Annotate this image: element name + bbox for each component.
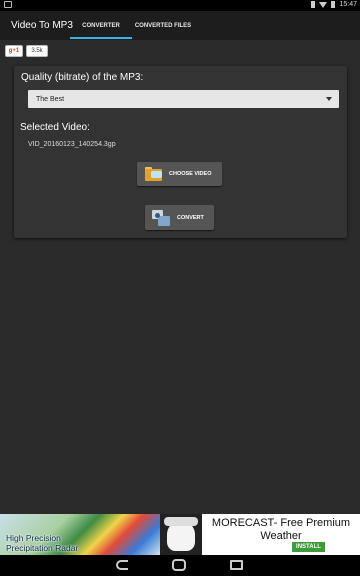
install-button[interactable]: INSTALL [292,542,325,552]
ad-radar-line2: Precipitation Radar [6,543,79,553]
quality-dropdown[interactable]: The Best [28,90,339,108]
status-icons: 15:47 [311,1,357,8]
folder-icon [144,165,164,183]
morecast-logo-icon [160,514,202,555]
app-title: Video To MP3 [11,20,73,31]
choose-video-label: CHOOSE VIDEO [169,171,212,177]
google-plus-one-button[interactable]: g+1 [5,45,23,57]
tab-converted-files[interactable]: CONVERTED FILES [132,11,194,40]
ad-banner[interactable]: High Precision Precipitation Radar MOREC… [0,514,360,555]
selected-video-label: Selected Video: [20,122,90,133]
selected-tab-indicator [70,37,132,39]
action-bar: Video To MP3 CONVERTER CONVERTED FILES [0,11,360,40]
dropdown-arrow-icon [326,97,332,101]
convert-label: CONVERT [177,214,204,221]
clock: 15:47 [339,1,357,8]
ad-radar-line1: High Precision [6,533,61,543]
ad-radar-text: High Precision Precipitation Radar [6,533,78,553]
google-plus-count: 3.5k [26,45,48,57]
wifi-icon [319,1,328,8]
home-icon[interactable] [172,559,186,571]
ad-title: MORECAST- Free Premium Weather [211,517,351,542]
navigation-bar [0,555,360,576]
bluetooth-icon [311,1,316,8]
quality-selected-value: The Best [36,95,65,103]
converter-card: Quality (bitrate) of the MP3: The Best S… [14,66,347,238]
weather-radar-image: High Precision Precipitation Radar [0,514,160,555]
back-icon[interactable] [116,560,128,570]
convert-button[interactable]: CONVERT [145,205,214,230]
screenshot-notification-icon [4,1,12,8]
selected-video-filename: VID_20160123_140254.3gp [28,141,116,148]
tab-converter[interactable]: CONVERTER [70,11,132,40]
recent-apps-icon[interactable] [230,560,243,570]
battery-icon [331,1,336,8]
tab-converter-label: CONVERTER [82,22,120,29]
tab-converted-files-label: CONVERTED FILES [134,22,192,29]
quality-label: Quality (bitrate) of the MP3: [21,72,144,83]
status-bar: 15:47 [0,0,360,11]
convert-icon [152,209,172,227]
choose-video-button[interactable]: CHOOSE VIDEO [137,162,222,186]
